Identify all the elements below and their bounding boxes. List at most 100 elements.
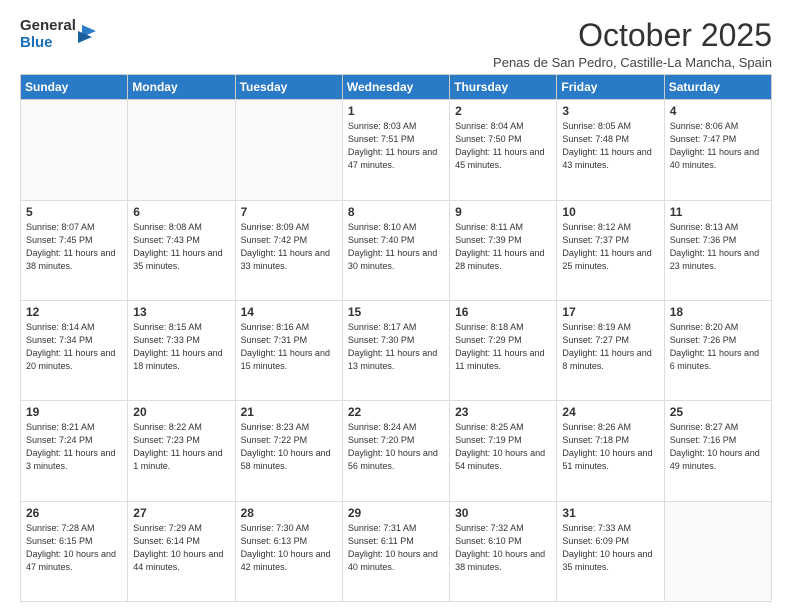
day-info: Sunrise: 8:03 AM Sunset: 7:51 PM Dayligh… bbox=[348, 120, 444, 172]
calendar-cell: 9 Sunrise: 8:11 AM Sunset: 7:39 PM Daylig… bbox=[450, 200, 557, 300]
day-info: Sunrise: 8:24 AM Sunset: 7:20 PM Dayligh… bbox=[348, 421, 444, 473]
weekday-header: Friday bbox=[557, 75, 664, 100]
title-block: October 2025 Penas de San Pedro, Castill… bbox=[493, 18, 772, 70]
day-number: 31 bbox=[562, 506, 658, 520]
day-number: 21 bbox=[241, 405, 337, 419]
day-info: Sunrise: 8:05 AM Sunset: 7:48 PM Dayligh… bbox=[562, 120, 658, 172]
day-number: 9 bbox=[455, 205, 551, 219]
day-number: 30 bbox=[455, 506, 551, 520]
day-info: Sunrise: 8:07 AM Sunset: 7:45 PM Dayligh… bbox=[26, 221, 122, 273]
day-number: 5 bbox=[26, 205, 122, 219]
day-number: 3 bbox=[562, 104, 658, 118]
day-number: 11 bbox=[670, 205, 766, 219]
calendar-cell: 12 Sunrise: 8:14 AM Sunset: 7:34 PM Dayli… bbox=[21, 300, 128, 400]
calendar-cell: 8 Sunrise: 8:10 AM Sunset: 7:40 PM Daylig… bbox=[342, 200, 449, 300]
day-info: Sunrise: 8:15 AM Sunset: 7:33 PM Dayligh… bbox=[133, 321, 229, 373]
calendar-cell: 18 Sunrise: 8:20 AM Sunset: 7:26 PM Dayli… bbox=[664, 300, 771, 400]
day-number: 12 bbox=[26, 305, 122, 319]
day-number: 17 bbox=[562, 305, 658, 319]
weekday-header: Sunday bbox=[21, 75, 128, 100]
logo-icon bbox=[78, 23, 96, 45]
location: Penas de San Pedro, Castille-La Mancha, … bbox=[493, 55, 772, 70]
day-info: Sunrise: 8:20 AM Sunset: 7:26 PM Dayligh… bbox=[670, 321, 766, 373]
logo-text: General Blue bbox=[20, 18, 76, 51]
calendar-cell: 16 Sunrise: 8:18 AM Sunset: 7:29 PM Dayli… bbox=[450, 300, 557, 400]
logo: General Blue bbox=[20, 18, 96, 51]
day-info: Sunrise: 7:28 AM Sunset: 6:15 PM Dayligh… bbox=[26, 522, 122, 574]
calendar-cell: 5 Sunrise: 8:07 AM Sunset: 7:45 PM Daylig… bbox=[21, 200, 128, 300]
day-number: 28 bbox=[241, 506, 337, 520]
calendar-week-row: 26Sunrise: 7:28 AM Sunset: 6:15 PM Dayli… bbox=[21, 501, 772, 601]
day-info: Sunrise: 8:22 AM Sunset: 7:23 PM Dayligh… bbox=[133, 421, 229, 473]
calendar-table: SundayMondayTuesdayWednesdayThursdayFrid… bbox=[20, 74, 772, 602]
day-info: Sunrise: 8:21 AM Sunset: 7:24 PM Dayligh… bbox=[26, 421, 122, 473]
day-info: Sunrise: 7:33 AM Sunset: 6:09 PM Dayligh… bbox=[562, 522, 658, 574]
calendar-cell: 17 Sunrise: 8:19 AM Sunset: 7:27 PM Dayli… bbox=[557, 300, 664, 400]
day-info: Sunrise: 8:16 AM Sunset: 7:31 PM Dayligh… bbox=[241, 321, 337, 373]
calendar-cell: 7Sunrise: 8:09 AM Sunset: 7:42 PM Daylig… bbox=[235, 200, 342, 300]
logo-blue: Blue bbox=[20, 35, 76, 52]
day-info: Sunrise: 8:11 AM Sunset: 7:39 PM Dayligh… bbox=[455, 221, 551, 273]
day-number: 27 bbox=[133, 506, 229, 520]
header: General Blue October 2025 Penas de San P… bbox=[20, 18, 772, 70]
day-number: 14 bbox=[241, 305, 337, 319]
calendar-cell: 14 Sunrise: 8:16 AM Sunset: 7:31 PM Dayli… bbox=[235, 300, 342, 400]
day-info: Sunrise: 8:27 AM Sunset: 7:16 PM Dayligh… bbox=[670, 421, 766, 473]
day-number: 1 bbox=[348, 104, 444, 118]
day-info: Sunrise: 8:13 AM Sunset: 7:36 PM Dayligh… bbox=[670, 221, 766, 273]
day-info: Sunrise: 7:29 AM Sunset: 6:14 PM Dayligh… bbox=[133, 522, 229, 574]
calendar-cell: 29 Sunrise: 7:31 AM Sunset: 6:11 PM Dayli… bbox=[342, 501, 449, 601]
calendar-cell: 23 Sunrise: 8:25 AM Sunset: 7:19 PM Dayli… bbox=[450, 401, 557, 501]
day-number: 2 bbox=[455, 104, 551, 118]
calendar-week-row: 19 Sunrise: 8:21 AM Sunset: 7:24 PM Dayli… bbox=[21, 401, 772, 501]
day-number: 19 bbox=[26, 405, 122, 419]
calendar-cell: 28Sunrise: 7:30 AM Sunset: 6:13 PM Dayli… bbox=[235, 501, 342, 601]
page: General Blue October 2025 Penas de San P… bbox=[0, 0, 792, 612]
day-number: 8 bbox=[348, 205, 444, 219]
day-number: 29 bbox=[348, 506, 444, 520]
day-info: Sunrise: 7:31 AM Sunset: 6:11 PM Dayligh… bbox=[348, 522, 444, 574]
day-number: 23 bbox=[455, 405, 551, 419]
day-number: 6 bbox=[133, 205, 229, 219]
weekday-header: Wednesday bbox=[342, 75, 449, 100]
calendar-cell: 20Sunrise: 8:22 AM Sunset: 7:23 PM Dayli… bbox=[128, 401, 235, 501]
calendar-cell: 27 Sunrise: 7:29 AM Sunset: 6:14 PM Dayli… bbox=[128, 501, 235, 601]
day-info: Sunrise: 8:17 AM Sunset: 7:30 PM Dayligh… bbox=[348, 321, 444, 373]
calendar-cell bbox=[235, 100, 342, 200]
calendar-cell: 13 Sunrise: 8:15 AM Sunset: 7:33 PM Dayli… bbox=[128, 300, 235, 400]
calendar-cell bbox=[664, 501, 771, 601]
calendar-cell: 26Sunrise: 7:28 AM Sunset: 6:15 PM Dayli… bbox=[21, 501, 128, 601]
day-number: 18 bbox=[670, 305, 766, 319]
day-info: Sunrise: 8:04 AM Sunset: 7:50 PM Dayligh… bbox=[455, 120, 551, 172]
calendar-week-row: 12 Sunrise: 8:14 AM Sunset: 7:34 PM Dayli… bbox=[21, 300, 772, 400]
day-info: Sunrise: 8:14 AM Sunset: 7:34 PM Dayligh… bbox=[26, 321, 122, 373]
calendar-cell: 22Sunrise: 8:24 AM Sunset: 7:20 PM Dayli… bbox=[342, 401, 449, 501]
day-info: Sunrise: 7:32 AM Sunset: 6:10 PM Dayligh… bbox=[455, 522, 551, 574]
day-info: Sunrise: 8:10 AM Sunset: 7:40 PM Dayligh… bbox=[348, 221, 444, 273]
calendar-week-row: 1 Sunrise: 8:03 AM Sunset: 7:51 PM Daylig… bbox=[21, 100, 772, 200]
day-number: 13 bbox=[133, 305, 229, 319]
calendar-cell: 15 Sunrise: 8:17 AM Sunset: 7:30 PM Dayli… bbox=[342, 300, 449, 400]
month-title: October 2025 bbox=[493, 18, 772, 53]
day-number: 7 bbox=[241, 205, 337, 219]
calendar-cell bbox=[21, 100, 128, 200]
calendar-cell: 21 Sunrise: 8:23 AM Sunset: 7:22 PM Dayli… bbox=[235, 401, 342, 501]
weekday-header: Tuesday bbox=[235, 75, 342, 100]
day-info: Sunrise: 8:25 AM Sunset: 7:19 PM Dayligh… bbox=[455, 421, 551, 473]
day-info: Sunrise: 8:08 AM Sunset: 7:43 PM Dayligh… bbox=[133, 221, 229, 273]
day-number: 25 bbox=[670, 405, 766, 419]
day-info: Sunrise: 8:19 AM Sunset: 7:27 PM Dayligh… bbox=[562, 321, 658, 373]
day-info: Sunrise: 8:12 AM Sunset: 7:37 PM Dayligh… bbox=[562, 221, 658, 273]
weekday-header: Thursday bbox=[450, 75, 557, 100]
calendar-cell: 31 Sunrise: 7:33 AM Sunset: 6:09 PM Dayli… bbox=[557, 501, 664, 601]
calendar-cell: 2 Sunrise: 8:04 AM Sunset: 7:50 PM Daylig… bbox=[450, 100, 557, 200]
calendar-cell: 24Sunrise: 8:26 AM Sunset: 7:18 PM Dayli… bbox=[557, 401, 664, 501]
day-number: 15 bbox=[348, 305, 444, 319]
calendar-cell: 25 Sunrise: 8:27 AM Sunset: 7:16 PM Dayli… bbox=[664, 401, 771, 501]
day-number: 24 bbox=[562, 405, 658, 419]
day-number: 16 bbox=[455, 305, 551, 319]
calendar-week-row: 5 Sunrise: 8:07 AM Sunset: 7:45 PM Daylig… bbox=[21, 200, 772, 300]
day-info: Sunrise: 8:23 AM Sunset: 7:22 PM Dayligh… bbox=[241, 421, 337, 473]
calendar-cell bbox=[128, 100, 235, 200]
day-info: Sunrise: 8:18 AM Sunset: 7:29 PM Dayligh… bbox=[455, 321, 551, 373]
